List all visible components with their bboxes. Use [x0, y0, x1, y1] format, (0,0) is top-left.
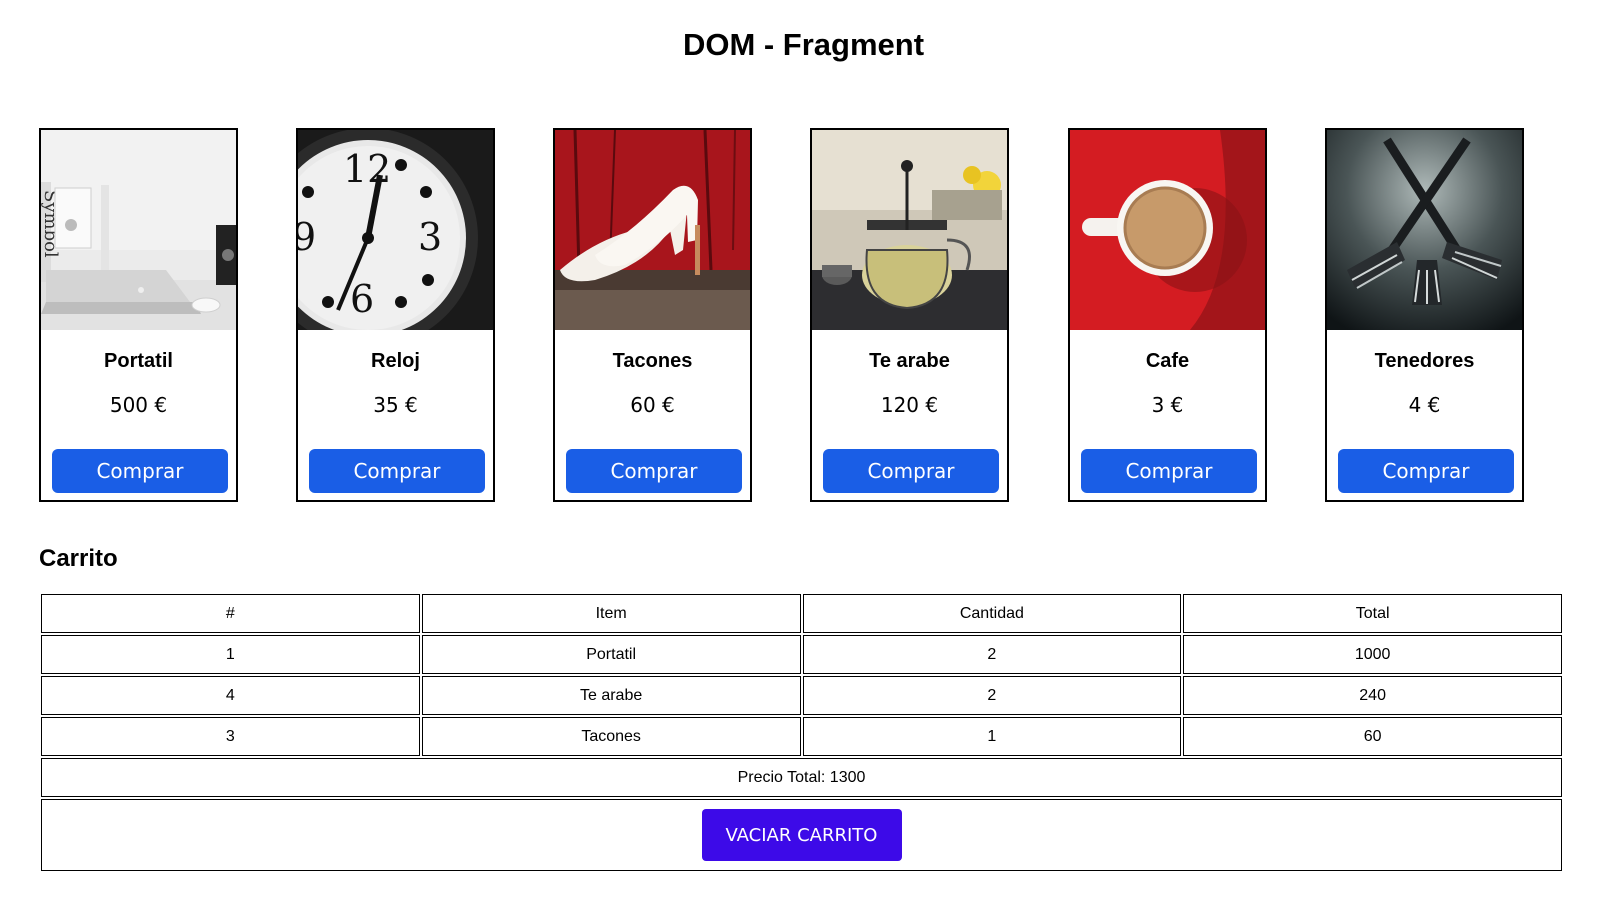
product-price: 35 €: [373, 393, 418, 417]
table-cell: 60: [1183, 717, 1562, 756]
product-price: 500 €: [109, 393, 168, 417]
teapot-photo: [812, 130, 1007, 330]
table-cell: 240: [1183, 676, 1562, 715]
table-header-row: # Item Cantidad Total: [41, 594, 1562, 633]
product-list: Symbol Portatil 500 € Comprar 12 3 6 9 R…: [39, 128, 1569, 506]
table-cell: Portatil: [421, 635, 801, 674]
table-row: 1 Portatil 2 1000: [41, 635, 1562, 674]
product-name: Reloj: [371, 350, 420, 372]
table-row: 4 Te arabe 2 240: [41, 676, 1562, 715]
table-cell: Tacones: [421, 717, 801, 756]
buy-button[interactable]: Comprar: [1338, 449, 1514, 493]
empty-cart-button[interactable]: VACIAR CARRITO: [701, 809, 902, 861]
table-cell: 4: [41, 676, 420, 715]
svg-text:3: 3: [418, 215, 442, 259]
column-header: Item: [421, 594, 801, 633]
product-name: Te arabe: [869, 350, 950, 372]
column-header: Cantidad: [802, 594, 1182, 633]
svg-text:12: 12: [343, 147, 391, 191]
product-price: 60 €: [630, 393, 675, 417]
table-cell: 1: [41, 635, 420, 674]
table-cell: 2: [802, 635, 1182, 674]
table-cell: Te arabe: [421, 676, 801, 715]
table-cell: 1000: [1183, 635, 1562, 674]
page-title: DOM - Fragment: [682, 27, 925, 62]
clock-photo: 12 3 6 9: [298, 130, 493, 330]
buy-button[interactable]: Comprar: [309, 449, 485, 493]
product-card: Te arabe 120 € Comprar: [810, 128, 1009, 502]
svg-text:9: 9: [298, 215, 316, 259]
product-card: 12 3 6 9 Reloj 35 € Comprar: [296, 128, 495, 502]
product-card: Tacones 60 € Comprar: [553, 128, 752, 502]
coffee-photo: [1070, 130, 1265, 330]
column-header: #: [41, 594, 420, 633]
product-card: Tenedores 4 € Comprar: [1325, 128, 1524, 502]
laptop-photo: Symbol: [41, 130, 236, 330]
table-cell: 1: [802, 717, 1182, 756]
buy-button[interactable]: Comprar: [566, 449, 742, 493]
table-cell: 3: [41, 717, 420, 756]
forks-photo: [1327, 130, 1522, 330]
buy-button[interactable]: Comprar: [52, 449, 228, 493]
column-header: Total: [1183, 594, 1562, 633]
cart-heading: Carrito: [39, 545, 118, 572]
product-name: Tenedores: [1374, 350, 1475, 372]
product-name: Tacones: [612, 350, 693, 372]
product-price: 4 €: [1408, 393, 1441, 417]
product-price: 120 €: [880, 393, 939, 417]
table-row: 3 Tacones 1 60: [41, 717, 1562, 756]
action-row: VACIAR CARRITO: [41, 799, 1562, 871]
total-row: Precio Total: 1300: [41, 758, 1562, 797]
product-name: Portatil: [104, 350, 173, 372]
cart-table: # Item Cantidad Total 1 Portatil 2 1000 …: [39, 592, 1564, 873]
svg-text:6: 6: [350, 277, 374, 321]
table-cell: 2: [802, 676, 1182, 715]
product-name: Cafe: [1145, 350, 1190, 372]
action-cell: VACIAR CARRITO: [41, 799, 1562, 871]
buy-button[interactable]: Comprar: [823, 449, 999, 493]
product-card: Symbol Portatil 500 € Comprar: [39, 128, 238, 502]
product-card: Cafe 3 € Comprar: [1068, 128, 1267, 502]
heels-photo: [555, 130, 750, 330]
product-price: 3 €: [1151, 393, 1184, 417]
buy-button[interactable]: Comprar: [1081, 449, 1257, 493]
total-price: Precio Total: 1300: [41, 758, 1562, 797]
